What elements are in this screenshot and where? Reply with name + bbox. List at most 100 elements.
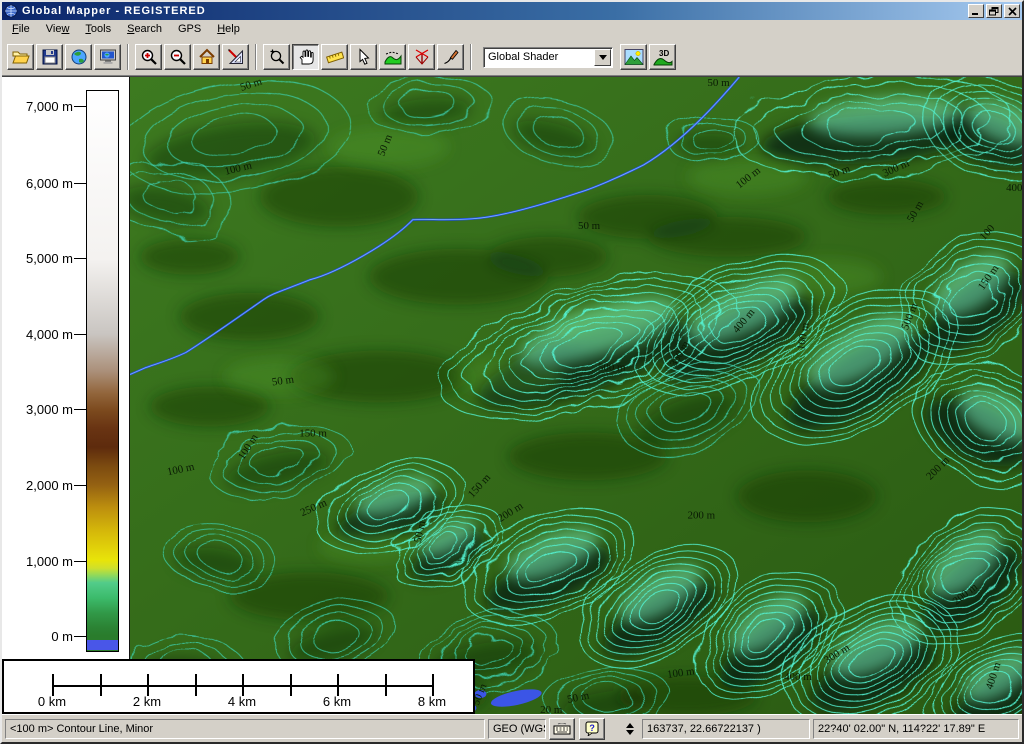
floppy-disk-icon <box>41 48 59 66</box>
save-button[interactable] <box>36 44 63 70</box>
shader-select[interactable]: Global Shader <box>483 47 613 68</box>
lat-lon-panel: 22?40' 02.00" N, 114?22' 17.89" E <box>813 719 1019 739</box>
legend-label: 4,000 m <box>2 327 73 341</box>
menu-tools[interactable]: Tools <box>77 21 119 37</box>
home-icon <box>198 48 216 66</box>
menu-view[interactable]: View <box>38 21 78 37</box>
scale-tick <box>242 674 244 696</box>
minimize-button[interactable] <box>968 4 984 18</box>
scale-tick <box>385 674 387 696</box>
view-image-button[interactable] <box>620 44 647 70</box>
pen-icon <box>442 48 460 66</box>
projection-panel: GEO (WGS84 <box>488 719 546 739</box>
scale-tick <box>195 674 197 696</box>
gps-button[interactable] <box>408 44 435 70</box>
close-icon <box>1008 7 1017 16</box>
toolbar-separator <box>255 44 257 70</box>
legend-tick <box>74 561 86 562</box>
scale-label: 6 km <box>307 694 367 709</box>
contour-label: 150 m <box>299 427 327 439</box>
elevation-legend: 7,000 m6,000 m5,000 m4,000 m3,000 m2,000… <box>2 77 130 659</box>
toolbar-separator <box>470 44 472 70</box>
open-folder-icon <box>12 48 30 66</box>
terrain-map[interactable]: 50 m100 m50 m50 m50 m100 m300 m50 m40010… <box>130 77 1022 714</box>
pan-tool-button[interactable] <box>292 44 319 70</box>
zoom-out-button[interactable] <box>164 44 191 70</box>
contour-label: 50 m <box>707 77 730 89</box>
feature-info-panel: <100 m> Contour Line, Minor <box>5 719 485 739</box>
scale-tick <box>147 674 149 696</box>
app-icon <box>4 4 18 18</box>
coordinate-format-spinner[interactable] <box>623 719 636 739</box>
legend-label: 6,000 m <box>2 176 73 190</box>
screen-capture-button[interactable] <box>94 44 121 70</box>
ruler-icon <box>326 48 344 66</box>
legend-label: 5,000 m <box>2 251 73 265</box>
app-window: Global Mapper - REGISTERED File View Too… <box>0 0 1024 744</box>
monitor-globe-icon <box>99 48 117 66</box>
gps-antenna-icon <box>413 48 431 66</box>
toolbar-separator <box>127 44 129 70</box>
scale-label: 2 km <box>117 694 177 709</box>
world-data-button[interactable] <box>65 44 92 70</box>
zoom-out-icon <box>169 48 187 66</box>
scale-tick <box>100 674 102 696</box>
spinner-down-icon[interactable] <box>626 730 634 739</box>
terrain-profile-icon <box>384 48 402 66</box>
restore-button[interactable] <box>986 4 1002 18</box>
scale-label: 8 km <box>402 694 462 709</box>
digitizer-button[interactable] <box>437 44 464 70</box>
open-file-button[interactable] <box>7 44 34 70</box>
view-3d-button[interactable]: 3D <box>649 44 676 70</box>
legend-label: 7,000 m <box>2 99 73 113</box>
help-button[interactable]: ? <box>579 718 605 740</box>
close-button[interactable] <box>1004 4 1020 18</box>
legend-tick <box>74 183 86 184</box>
spinner-up-icon[interactable] <box>626 719 634 728</box>
zoom-to-scale-button[interactable] <box>222 44 249 70</box>
measure-tool-button[interactable] <box>321 44 348 70</box>
scale-label: 4 km <box>212 694 272 709</box>
full-view-button[interactable] <box>193 44 220 70</box>
menu-file[interactable]: File <box>4 21 38 37</box>
sea-level-band <box>87 640 118 650</box>
scale-tick <box>337 674 339 696</box>
picture-icon <box>624 48 644 66</box>
zoom-in-button[interactable] <box>135 44 162 70</box>
menu-help[interactable]: Help <box>209 21 248 37</box>
legend-tick <box>74 334 86 335</box>
zoom-tool-button[interactable] <box>263 44 290 70</box>
toolbar: Global Shader 3D <box>2 39 1022 76</box>
scale-tick <box>432 674 434 696</box>
scale-tick <box>290 674 292 696</box>
set-square-pencil-icon <box>227 48 245 66</box>
menu-gps[interactable]: GPS <box>170 21 209 37</box>
restore-icon <box>989 7 999 16</box>
legend-tick <box>74 106 86 107</box>
feature-info-button[interactable] <box>350 44 377 70</box>
help-icon: ? <box>584 721 600 736</box>
cursor-coordinate-panel: 163737, 22.66722137 ) <box>642 719 810 739</box>
status-bar: <100 m> Contour Line, Minor GEO (WGS84 ?… <box>2 714 1022 742</box>
chevron-down-icon[interactable] <box>594 49 611 66</box>
title-bar[interactable]: Global Mapper - REGISTERED <box>2 2 1022 20</box>
scale-bar: 0 km2 km4 km6 km8 km <box>2 659 475 714</box>
legend-tick <box>74 409 86 410</box>
contour-label: 400 m <box>784 671 812 683</box>
path-profile-button[interactable] <box>379 44 406 70</box>
contour-label: 200 m <box>687 509 715 521</box>
map-viewport[interactable]: 50 m100 m50 m50 m50 m100 m300 m50 m40010… <box>130 77 1022 714</box>
minimize-icon <box>971 7 981 16</box>
legend-tick <box>74 485 86 486</box>
contour-label: 400 <box>1006 182 1022 194</box>
svg-text:?: ? <box>589 723 595 733</box>
contour-label: 500 m <box>598 362 626 374</box>
view-3d-icon: 3D <box>653 48 673 66</box>
elevation-color-bar <box>86 90 119 652</box>
contour-label: 20 m <box>540 704 563 714</box>
menu-search[interactable]: Search <box>119 21 170 37</box>
legend-label: 1,000 m <box>2 554 73 568</box>
legend-tick <box>74 258 86 259</box>
main-area: 50 m100 m50 m50 m50 m100 m300 m50 m40010… <box>2 76 1022 714</box>
keyboard-button[interactable] <box>549 718 575 740</box>
